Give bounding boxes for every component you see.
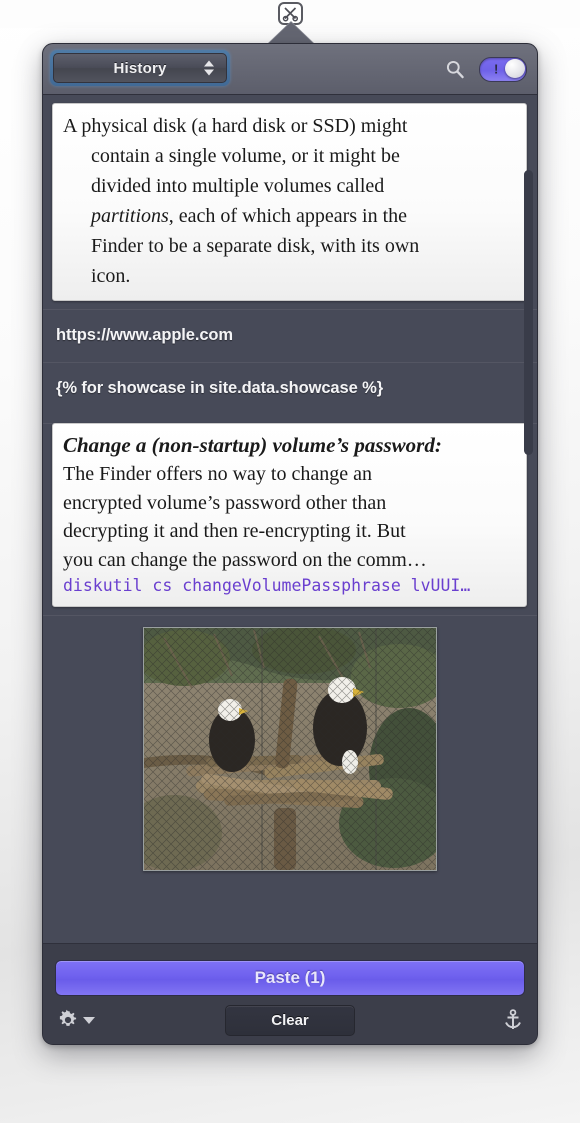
pin-toggle-glyph: ! [494,61,499,77]
history-source-select[interactable]: History [50,50,230,86]
clip-plain-text[interactable]: https://www.apple.com [43,309,537,362]
clip-line: The Finder offers no way to change an [63,463,372,486]
clip-line: divided into multiple volumes called [91,175,385,197]
search-icon[interactable] [445,59,465,79]
clip-line: partitions, each of which appears in the [91,205,408,227]
list-item[interactable] [43,615,537,885]
popup-footer: Paste (1) Clear [43,943,537,1044]
list-item[interactable]: A physical disk (a hard disk or SSD) mig… [43,103,537,301]
pin-toggle-knob [505,58,525,78]
clip-image-thumbnail[interactable] [143,627,437,871]
clipboard-history-list[interactable]: A physical disk (a hard disk or SSD) mig… [43,95,537,943]
clip-rich-text-card[interactable]: A physical disk (a hard disk or SSD) mig… [52,103,527,301]
clip-line: contain a single volume, or it might be [91,145,400,167]
clip-line: Finder to be a separate disk, with its o… [91,235,420,257]
list-item[interactable]: Change a (non-startup) volume’s password… [43,423,537,607]
clip-plain-text[interactable]: {% for showcase in site.data.showcase %} [43,362,537,415]
clip-rich-text-card[interactable]: Change a (non-startup) volume’s password… [52,423,527,607]
clear-button[interactable]: Clear [225,1004,355,1036]
clip-line: A physical disk (a hard disk or SSD) mig… [63,115,408,137]
popup-header: History ! [43,44,537,95]
clip-line: encrypted volume’s password other than [63,491,387,514]
list-item[interactable]: {% for showcase in site.data.showcase %} [43,362,537,415]
paste-button[interactable]: Paste (1) [55,960,525,996]
settings-menu-button[interactable] [57,1009,95,1031]
clip-heading: Change a (non-startup) volume’s password… [63,433,442,457]
clip-line: you can change the password on the comm… [63,548,427,571]
gear-icon [59,1009,77,1026]
history-source-select-label: History [113,59,167,77]
list-item[interactable]: https://www.apple.com [43,309,537,362]
clip-italic-word: partitions [91,205,169,227]
clip-line: icon. [91,265,131,287]
triangle-down-icon [83,1016,95,1024]
scissors-pin-glyph [282,7,299,22]
footer-actions-bar: Clear [43,996,537,1044]
clipboard-popup-window: History ! A physical disk (a hard disk o… [42,43,538,1045]
history-source-select-inner[interactable]: History [53,53,227,83]
stepper-up-down-icon [204,60,214,76]
list-scrollbar-thumb[interactable] [524,170,533,455]
popup-pointer-arrow [267,22,315,45]
clip-line: decrypting it and then re-encrypting it.… [63,520,406,543]
anchor-icon [505,1009,521,1029]
list-scrollbar[interactable] [523,95,534,943]
clip-code-line: diskutil cs changeVolumePassphrase lvUUI… [63,575,471,595]
pin-toggle[interactable]: ! [479,56,527,82]
clip-image-item[interactable] [43,615,537,885]
header-actions: ! [445,44,527,94]
anchor-button[interactable] [503,1009,523,1031]
